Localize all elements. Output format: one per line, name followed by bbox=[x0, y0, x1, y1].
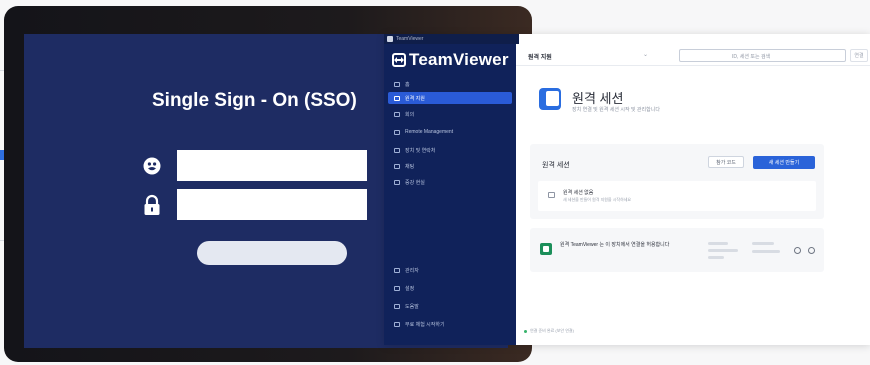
chat-icon bbox=[394, 163, 400, 169]
app-icon bbox=[387, 36, 393, 42]
chevron-down-icon[interactable]: ⌄ bbox=[643, 51, 648, 58]
status-dot-icon bbox=[524, 329, 527, 333]
admin-icon bbox=[394, 267, 400, 273]
page-title: 원격 세션 bbox=[572, 91, 624, 106]
blurred-field bbox=[708, 256, 724, 259]
sidebar-item-help[interactable]: 도움말 bbox=[388, 300, 512, 312]
blurred-field bbox=[708, 249, 738, 252]
password-row bbox=[141, 189, 367, 220]
blurred-field bbox=[752, 250, 780, 253]
teamviewer-logo: TeamViewer bbox=[392, 50, 509, 70]
sidebar-item-remote-support[interactable]: 원격 지원 bbox=[388, 92, 512, 104]
monitor-icon bbox=[548, 192, 555, 198]
lock-icon bbox=[141, 194, 163, 216]
empty-title: 원격 세션 없음 bbox=[563, 190, 594, 196]
gear-icon bbox=[394, 285, 400, 291]
username-row bbox=[141, 150, 367, 181]
sidebar-item-admin[interactable]: 관리자 bbox=[388, 264, 512, 276]
login-button[interactable] bbox=[197, 241, 347, 265]
sidebar-item-settings[interactable]: 설정 bbox=[388, 282, 512, 294]
teamviewer-window: TeamViewer TeamViewer 홈 원격 지원 회의 Remote … bbox=[384, 34, 870, 345]
join-code-button[interactable]: 참가 코드 bbox=[708, 156, 744, 168]
create-session-button[interactable]: 새 세션 만들기 bbox=[753, 156, 815, 169]
meeting-icon bbox=[394, 111, 400, 117]
device-text: 원격 TeamViewer 는 이 장치에서 연결을 허용합니다 bbox=[560, 242, 670, 248]
sidebar-item-chat[interactable]: 채팅 bbox=[388, 160, 512, 172]
sidebar-item-augmented-reality[interactable]: 증강 현실 bbox=[388, 176, 512, 188]
device-icon bbox=[540, 243, 552, 255]
search-placeholder: ID, 세션 또는 검색 bbox=[732, 54, 771, 60]
management-icon bbox=[394, 129, 400, 135]
status-text: 연결 준비 완료 (보안 연결) bbox=[530, 328, 574, 333]
home-icon bbox=[394, 81, 400, 87]
top-bar: 원격 지원 ⌄ ID, 세션 또는 검색 연결 bbox=[516, 44, 870, 66]
window-titlebar: TeamViewer bbox=[384, 34, 519, 44]
username-input[interactable] bbox=[177, 150, 367, 181]
copy-icon[interactable] bbox=[794, 247, 801, 254]
status-bar: 연결 준비 완료 (보안 연결) bbox=[524, 328, 574, 334]
refresh-icon[interactable] bbox=[808, 247, 815, 254]
sessions-card: 원격 세션 참가 코드 새 세션 만들기 원격 세션 없음 새 세션을 만들어 … bbox=[530, 144, 824, 219]
devices-icon bbox=[394, 147, 400, 153]
help-icon bbox=[394, 303, 400, 309]
password-input[interactable] bbox=[177, 189, 367, 220]
user-icon bbox=[141, 155, 163, 177]
sidebar-item-free-trial[interactable]: 무료 체험 시작하기 bbox=[388, 318, 512, 330]
sidebar-item-devices-contacts[interactable]: 장치 및 연락처 bbox=[388, 144, 512, 156]
device-card: 원격 TeamViewer 는 이 장치에서 연결을 허용합니다 bbox=[530, 228, 824, 272]
connect-button[interactable]: 연결 bbox=[850, 49, 868, 62]
remote-session-icon bbox=[539, 88, 561, 110]
sidebar-item-meeting[interactable]: 회의 bbox=[388, 108, 512, 120]
remote-support-icon bbox=[394, 95, 400, 101]
sidebar-item-remote-management[interactable]: Remote Management bbox=[388, 126, 512, 138]
teamviewer-logo-icon bbox=[392, 53, 406, 67]
sidebar: TeamViewer 홈 원격 지원 회의 Remote Management … bbox=[384, 44, 516, 345]
sessions-title: 원격 세션 bbox=[542, 162, 570, 169]
search-input[interactable]: ID, 세션 또는 검색 bbox=[679, 49, 846, 62]
main-panel: 원격 지원 ⌄ ID, 세션 또는 검색 연결 원격 세션 장치 연결 및 원격… bbox=[516, 44, 870, 345]
trial-icon bbox=[394, 321, 400, 327]
window-title: TeamViewer bbox=[396, 36, 424, 42]
ar-icon bbox=[394, 179, 400, 185]
empty-session-item: 원격 세션 없음 새 세션을 만들어 원격 지원을 시작하세요 bbox=[538, 181, 816, 211]
blurred-field bbox=[708, 242, 728, 245]
page-subtitle: 장치 연결 및 원격 세션 시작 및 관리합니다 bbox=[572, 107, 660, 113]
sso-title: Single Sign - On (SSO) bbox=[152, 90, 357, 111]
blurred-field bbox=[752, 242, 774, 245]
top-bar-title: 원격 지원 bbox=[528, 55, 552, 61]
empty-subtitle: 새 세션을 만들어 원격 지원을 시작하세요 bbox=[563, 197, 632, 202]
sidebar-item-home[interactable]: 홈 bbox=[388, 78, 512, 90]
screenshot-stage: Single Sign - On (SSO) TeamViewer TeamVi… bbox=[0, 0, 870, 365]
brand-name: TeamViewer bbox=[409, 50, 509, 69]
